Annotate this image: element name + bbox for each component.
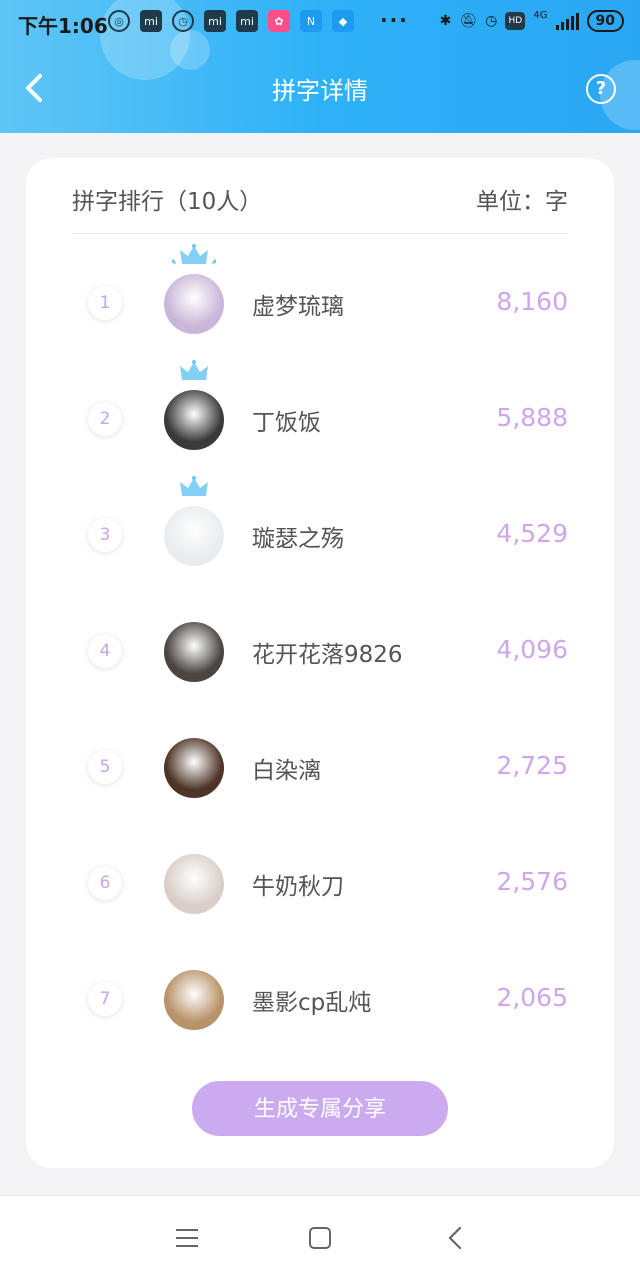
rank-number: 3: [88, 518, 122, 552]
word-count: 5,888: [496, 403, 568, 432]
ranking-row[interactable]: 7 墨影cp乱炖 2,065: [26, 954, 614, 1044]
user-avatar[interactable]: [164, 390, 224, 450]
sync-icon: ◎: [108, 10, 130, 32]
rank-number: 5: [88, 750, 122, 784]
rank-number: 6: [88, 866, 122, 900]
pinduoduo-icon: ✿: [268, 10, 290, 32]
user-name: 白染漓: [252, 758, 321, 784]
alarm-icon: ◷: [172, 10, 194, 32]
ranking-row[interactable]: 1 虚梦琉璃 8,160: [26, 244, 614, 348]
rank-number: 4: [88, 634, 122, 668]
bluetooth-icon: ✱: [439, 13, 452, 29]
user-avatar[interactable]: [164, 506, 224, 566]
user-avatar[interactable]: [164, 622, 224, 682]
mute-bell-icon: 🔕︎: [459, 13, 478, 29]
word-count: 2,065: [496, 983, 568, 1012]
user-name: 丁饭饭: [252, 410, 321, 436]
network-type: 4G: [533, 9, 548, 21]
system-icons: ✱ 🔕︎ ◷ HD 4G 90: [440, 10, 624, 32]
user-name: 牛奶秋刀: [252, 874, 344, 900]
help-button[interactable]: ?: [586, 74, 616, 104]
unit-label: 单位：字: [476, 189, 568, 215]
user-name: 墨影cp乱炖: [252, 990, 372, 1016]
ranking-row[interactable]: 5 白染漓 2,725: [26, 722, 614, 812]
page-title: 拼字详情: [272, 77, 368, 105]
user-name: 璇瑟之殇: [252, 526, 344, 552]
rank-number: 7: [88, 982, 122, 1016]
user-name: 花开花落9826: [252, 642, 403, 668]
user-avatar[interactable]: [164, 738, 224, 798]
more-notifications-icon: ···: [380, 8, 409, 32]
word-count: 2,725: [496, 751, 568, 780]
ranking-header: 拼字排行（10人） 单位：字: [72, 182, 568, 234]
system-nav-bar: [0, 1195, 640, 1280]
status-time: 下午1:06: [18, 14, 108, 38]
user-avatar[interactable]: [164, 274, 224, 334]
notification-icons: ◎ mi ◷ mi mi ✿ N ◆: [108, 10, 354, 32]
n-app-icon: N: [300, 10, 322, 32]
question-circle-icon: ?: [595, 78, 607, 99]
crown-icon: [180, 360, 208, 380]
word-count: 2,576: [496, 867, 568, 896]
mi-store-icon: mi: [236, 10, 258, 32]
user-avatar[interactable]: [164, 970, 224, 1030]
app-header: 下午1:06 ◎ mi ◷ mi mi ✿ N ◆ ··· ✱ 🔕︎ ◷ HD …: [0, 0, 640, 133]
crown-icon: [180, 476, 208, 496]
user-name: 虚梦琉璃: [252, 294, 344, 320]
word-count: 4,529: [496, 519, 568, 548]
user-avatar[interactable]: [164, 854, 224, 914]
hd-icon: HD: [505, 12, 526, 30]
ranking-title: 拼字排行（10人）: [72, 189, 263, 215]
app-icon: ◆: [332, 10, 354, 32]
crown-icon: [172, 244, 216, 264]
ranking-card: 拼字排行（10人） 单位：字 1 虚梦琉璃 8,160 2 丁饭饭 5,888 3 璇瑟之殇 4…: [26, 158, 614, 1168]
battery-indicator: 90: [586, 10, 624, 32]
status-bar: 下午1:06 ◎ mi ◷ mi mi ✿ N ◆ ··· ✱ 🔕︎ ◷ HD …: [0, 0, 640, 44]
generate-share-button[interactable]: 生成专属分享: [192, 1081, 448, 1136]
ranking-row[interactable]: 6 牛奶秋刀 2,576: [26, 838, 614, 928]
ranking-row[interactable]: 4 花开花落9826 4,096: [26, 606, 614, 696]
mi-store-icon: mi: [204, 10, 226, 32]
rank-number: 2: [88, 402, 122, 436]
rank-number: 1: [88, 286, 122, 320]
alarm-icon: ◷: [485, 13, 498, 29]
mi-store-icon: mi: [140, 10, 162, 32]
menu-icon[interactable]: [176, 1229, 198, 1247]
word-count: 8,160: [496, 287, 568, 316]
back-triangle-icon[interactable]: [446, 1225, 464, 1251]
signal-icon: [555, 12, 579, 30]
ranking-row[interactable]: 3 璇瑟之殇 4,529: [26, 476, 614, 580]
ranking-row[interactable]: 2 丁饭饭 5,888: [26, 360, 614, 464]
home-square-icon[interactable]: [309, 1227, 331, 1249]
word-count: 4,096: [496, 635, 568, 664]
